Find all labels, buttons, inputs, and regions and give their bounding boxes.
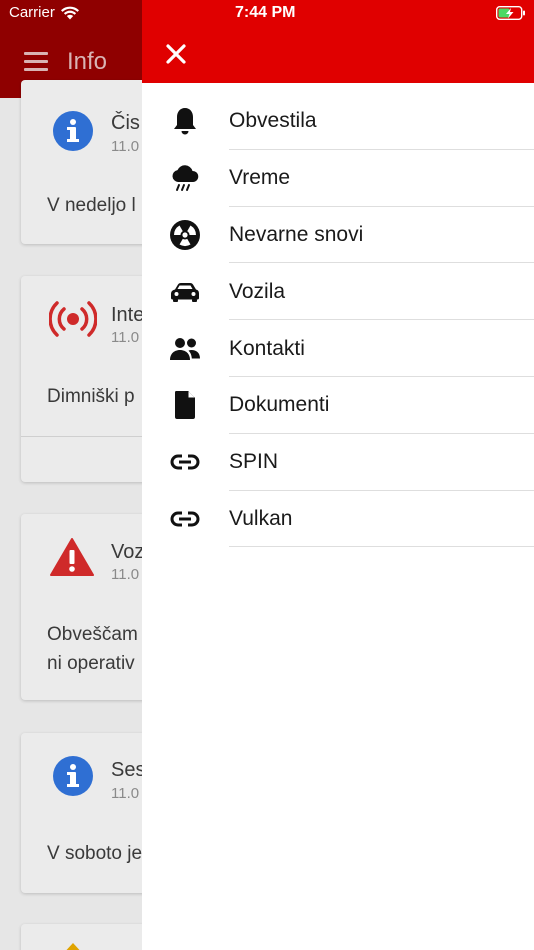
card-date: 11.0	[111, 785, 140, 802]
drawer-item-label: Vreme	[229, 166, 291, 190]
weather-rain-icon	[168, 161, 202, 195]
info-icon	[53, 111, 93, 151]
drawer-item-vulkan[interactable]: Vulkan	[142, 491, 534, 548]
radiation-icon	[168, 218, 202, 252]
page-title: Info	[67, 48, 108, 75]
drawer-item-vozila[interactable]: Vozila	[142, 263, 534, 320]
alarm-broadcast-icon	[49, 301, 97, 337]
card-title: Ses	[111, 759, 146, 781]
drawer-item-label: Vozila	[229, 279, 286, 303]
hamburger-menu-icon[interactable]	[24, 52, 48, 72]
card-body-line: ni operativ	[47, 653, 135, 674]
card-title: Čis	[111, 112, 140, 134]
card-date: 11.0	[111, 566, 140, 583]
card-title: Voz	[111, 541, 145, 563]
drawer-item-nevarne-snovi[interactable]: Nevarne snovi	[142, 207, 534, 264]
drawer-item-label: Obvestila	[229, 109, 317, 133]
drawer-menu: Obvestila Vreme Nevarne snovi Vozila Kon…	[142, 93, 534, 548]
warning-icon	[50, 538, 94, 576]
drawer-item-label: Kontakti	[229, 336, 305, 360]
drawer-item-obvestila[interactable]: Obvestila	[142, 93, 534, 150]
warning-icon	[66, 943, 80, 950]
drawer-item-label: SPIN	[229, 450, 279, 474]
link-icon	[168, 502, 202, 536]
card-date: 11.0	[111, 138, 140, 155]
battery-charging-icon	[496, 6, 525, 20]
drawer-header: 7:44 PM	[142, 0, 534, 83]
link-icon	[168, 445, 202, 479]
close-icon[interactable]	[164, 42, 188, 66]
card-body-line: V soboto je	[47, 843, 143, 864]
status-time: 7:44 PM	[235, 4, 296, 21]
drawer-item-dokumenti[interactable]: Dokumenti	[142, 377, 534, 434]
drawer-item-kontakti[interactable]: Kontakti	[142, 320, 534, 377]
car-icon	[168, 275, 202, 309]
drawer-item-label: Dokumenti	[229, 393, 330, 417]
drawer-item-label: Vulkan	[229, 506, 293, 530]
carrier-label: Carrier	[9, 4, 55, 21]
document-icon	[168, 388, 202, 422]
status-bar-left: Carrier	[9, 4, 80, 21]
info-icon	[53, 756, 93, 796]
navigation-drawer: 7:44 PM Obvestila Vreme Nevarne snovi Vo…	[142, 0, 534, 950]
drawer-item-spin[interactable]: SPIN	[142, 434, 534, 491]
people-icon	[168, 332, 202, 366]
card-body-line: V nedeljo l	[47, 195, 136, 216]
bell-icon	[168, 104, 202, 138]
drawer-item-vreme[interactable]: Vreme	[142, 150, 534, 207]
card-title: Inte	[111, 304, 145, 326]
card-body-line: Obveščam	[47, 624, 138, 645]
card-body-line: Dimniški p	[47, 386, 135, 407]
drawer-item-label: Nevarne snovi	[229, 222, 364, 246]
card-date: 11.0	[111, 329, 140, 346]
wifi-icon	[60, 6, 79, 20]
